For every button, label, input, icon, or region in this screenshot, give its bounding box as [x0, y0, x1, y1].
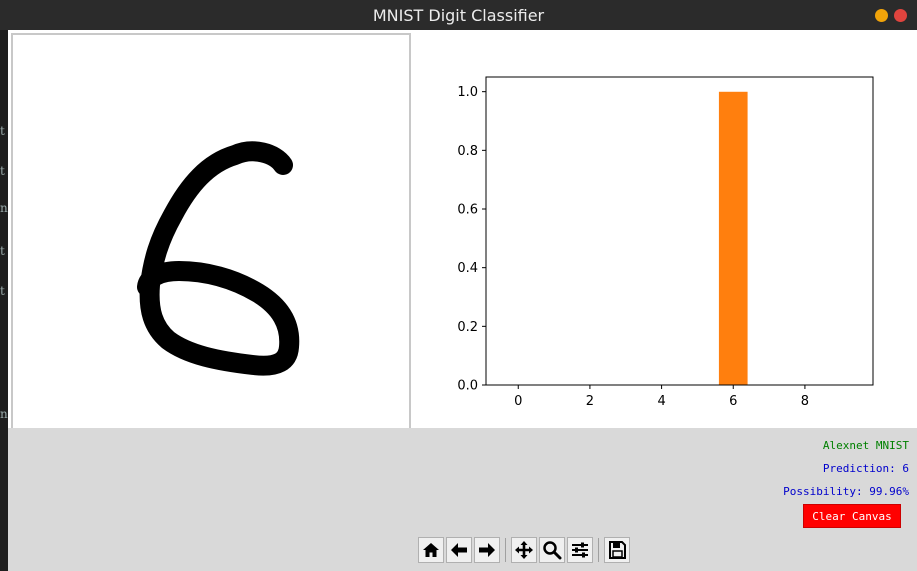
possibility-label: Possibility: 99.96% — [783, 485, 909, 498]
plot-toolbar — [418, 536, 632, 564]
configure-icon — [572, 542, 588, 558]
zoom-button[interactable] — [539, 537, 565, 563]
background-text: t — [0, 244, 5, 258]
x-tick-label: 8 — [801, 394, 809, 409]
probability-chart: 0 2 4 6 8 0.0 0.2 0.4 0.6 0.8 1.0 — [415, 30, 917, 428]
y-tick-label: 0.4 — [457, 261, 478, 276]
y-tick-label: 0.8 — [457, 144, 478, 159]
x-tick-label: 0 — [514, 394, 522, 409]
model-name-label: Alexnet MNIST — [822, 439, 909, 452]
x-tick-label: 6 — [729, 394, 737, 409]
prediction-label: Prediction: 6 — [822, 462, 909, 475]
bar-digit-6 — [718, 91, 748, 385]
home-button[interactable] — [418, 537, 444, 563]
background-text: t — [0, 284, 5, 298]
control-panel: Alexnet MNIST Prediction: 6 Possibility:… — [8, 428, 917, 571]
configure-button[interactable] — [567, 537, 593, 563]
y-tick-label: 0.2 — [457, 320, 478, 335]
window-controls — [875, 9, 907, 22]
background-text: n — [0, 407, 8, 421]
background-text: t — [0, 124, 5, 138]
toolbar-separator — [505, 538, 506, 562]
y-tick-label: 0.6 — [457, 203, 478, 218]
forward-button[interactable] — [474, 537, 500, 563]
toolbar-separator — [598, 538, 599, 562]
minimize-button[interactable] — [875, 9, 888, 22]
window-title: MNIST Digit Classifier — [372, 5, 545, 25]
x-tick-label: 2 — [586, 394, 594, 409]
zoom-icon — [543, 541, 562, 560]
title-bar: MNIST Digit Classifier — [0, 0, 917, 30]
y-tick-label: 1.0 — [457, 85, 478, 100]
close-button[interactable] — [894, 9, 907, 22]
background-text: n — [0, 201, 8, 215]
forward-icon — [479, 543, 495, 557]
app-window: 0 2 4 6 8 0.0 0.2 0.4 0.6 0.8 1.0 Alexnet MNIST Pr… — [8, 30, 917, 571]
drawing-canvas[interactable] — [11, 33, 411, 433]
x-tick-label: 4 — [657, 394, 665, 409]
save-icon — [609, 541, 626, 559]
back-button[interactable] — [446, 537, 472, 563]
plot-frame — [485, 76, 874, 386]
back-icon — [451, 543, 467, 557]
y-tick-label: 0.0 — [457, 379, 478, 394]
chart-svg: 0 2 4 6 8 0.0 0.2 0.4 0.6 0.8 1.0 — [457, 76, 874, 409]
background-editor-strip: t t n t t n — [0, 30, 8, 571]
save-button[interactable] — [604, 537, 630, 563]
home-icon — [423, 543, 439, 557]
pan-button[interactable] — [511, 537, 537, 563]
clear-canvas-button[interactable]: Clear Canvas — [803, 504, 901, 528]
background-text: t — [0, 164, 5, 178]
pan-icon — [515, 541, 533, 559]
digit-six-drawing — [137, 141, 300, 376]
